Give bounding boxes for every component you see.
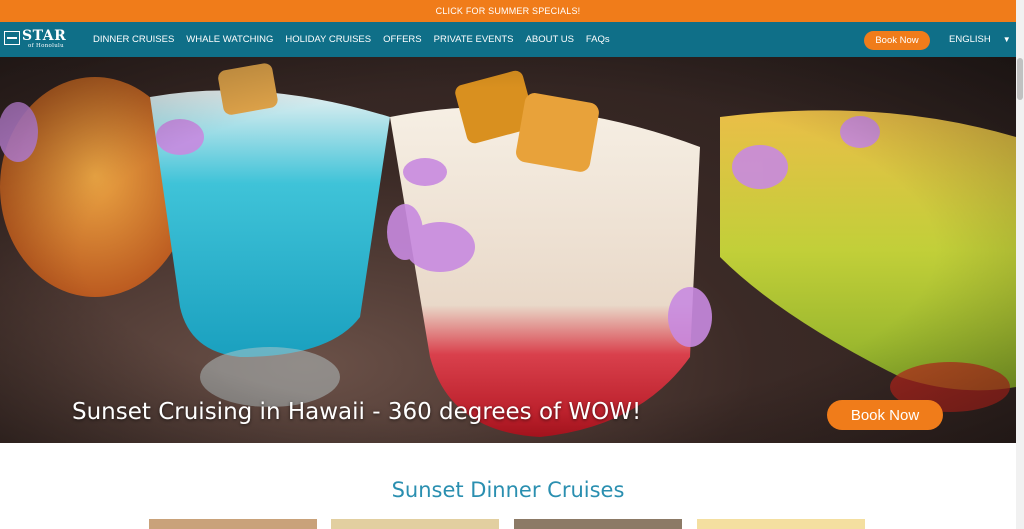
scrollbar-thumb[interactable]: [1017, 58, 1023, 100]
hero-book-now-button[interactable]: Book Now: [827, 400, 943, 430]
caret-down-icon: ▼: [1002, 35, 1011, 44]
page-scrollbar[interactable]: [1016, 0, 1024, 529]
cruise-card-image[interactable]: [149, 519, 317, 529]
top-navigation: STAR of Honolulu DINNER CRUISES WHALE WA…: [0, 22, 1016, 57]
nav-faqs[interactable]: FAQs: [586, 34, 610, 45]
promo-text[interactable]: CLICK FOR SUMMER SPECIALS!: [436, 6, 581, 16]
star-of-honolulu-logo[interactable]: STAR of Honolulu: [4, 28, 84, 52]
hero-title: Sunset Cruising in Hawaii - 360 degrees …: [72, 399, 642, 425]
section-title: Sunset Dinner Cruises: [391, 478, 625, 502]
ship-logo-icon: [4, 31, 20, 45]
cruise-card-image[interactable]: [697, 519, 865, 529]
nav-book-now-button[interactable]: Book Now: [864, 31, 930, 50]
promo-banner[interactable]: CLICK FOR SUMMER SPECIALS!: [0, 0, 1016, 22]
logo-subtitle: of Honolulu: [28, 43, 64, 49]
main-menu: DINNER CRUISES WHALE WATCHING HOLIDAY CR…: [93, 22, 610, 57]
nav-about-us[interactable]: ABOUT US: [526, 34, 574, 45]
language-label: ENGLISH: [949, 34, 991, 45]
hero-banner: [0, 57, 1016, 443]
language-selector[interactable]: ENGLISH ▼: [949, 22, 1011, 57]
nav-dinner-cruises[interactable]: DINNER CRUISES: [93, 34, 174, 45]
cruise-card-image[interactable]: [514, 519, 682, 529]
nav-offers[interactable]: OFFERS: [383, 34, 422, 45]
cruise-card-image[interactable]: [331, 519, 499, 529]
nav-private-events[interactable]: PRIVATE EVENTS: [434, 34, 514, 45]
nav-whale-watching[interactable]: WHALE WATCHING: [186, 34, 273, 45]
tropical-drinks-image: [0, 57, 1016, 443]
logo-name: STAR: [22, 28, 67, 44]
nav-holiday-cruises[interactable]: HOLIDAY CRUISES: [285, 34, 371, 45]
